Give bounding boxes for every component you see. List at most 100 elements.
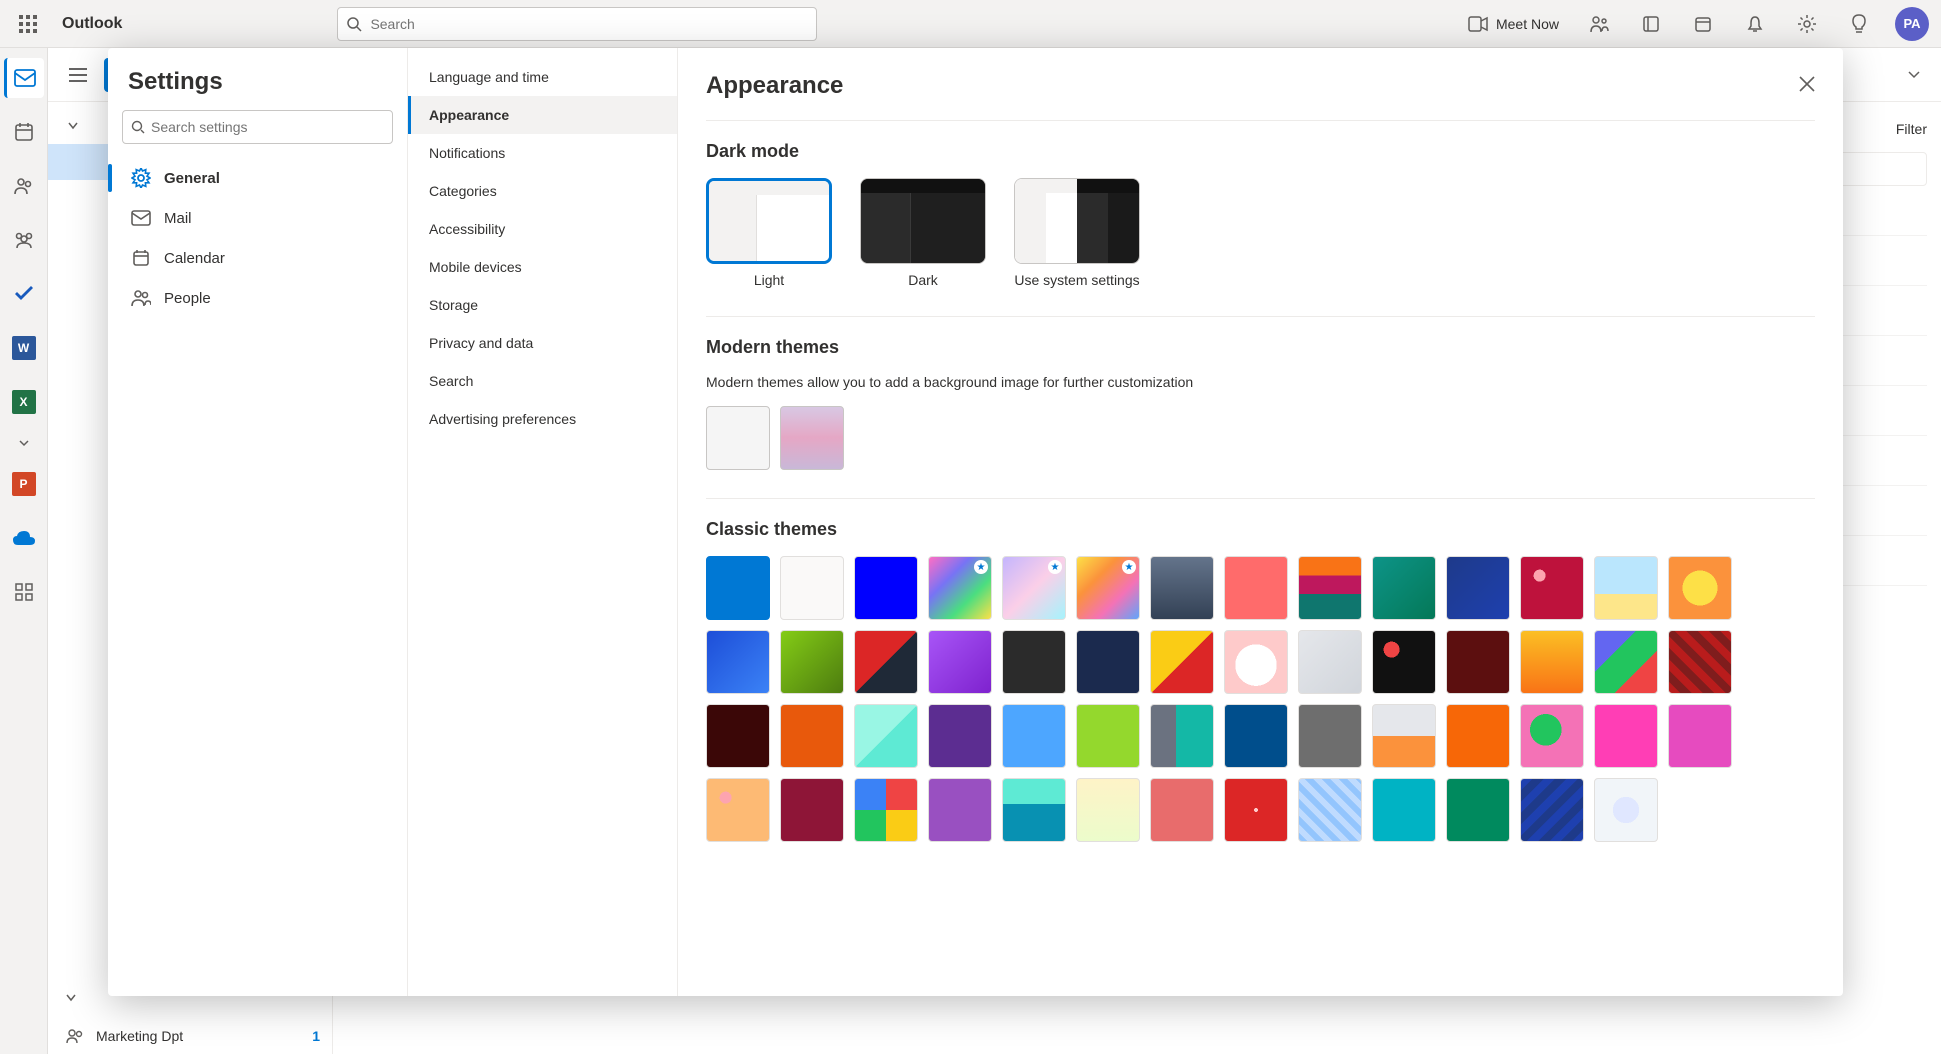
classic-theme-5[interactable]: ★ <box>1076 556 1140 620</box>
classic-theme-31[interactable] <box>928 704 992 768</box>
classic-theme-43[interactable] <box>780 778 844 842</box>
app-launcher-icon[interactable] <box>12 8 44 40</box>
settings-search-input[interactable] <box>151 119 384 135</box>
classic-theme-14[interactable] <box>706 630 770 694</box>
settings-search[interactable] <box>122 110 393 144</box>
sub-categories[interactable]: Categories <box>408 172 677 210</box>
teams-icon[interactable] <box>1575 0 1623 48</box>
sub-appearance[interactable]: Appearance <box>408 96 677 134</box>
classic-theme-33[interactable] <box>1076 704 1140 768</box>
rail-onedrive-icon[interactable] <box>4 518 44 558</box>
dark-mode-dark[interactable]: Dark <box>860 178 986 288</box>
sub-accessibility[interactable]: Accessibility <box>408 210 677 248</box>
classic-theme-41[interactable] <box>1668 704 1732 768</box>
classic-theme-16[interactable] <box>854 630 918 694</box>
classic-theme-23[interactable] <box>1372 630 1436 694</box>
rail-more-apps-icon[interactable] <box>4 572 44 612</box>
classic-theme-17[interactable] <box>928 630 992 694</box>
close-icon[interactable] <box>1791 68 1823 100</box>
rail-powerpoint-icon[interactable]: P <box>4 464 44 504</box>
calendar-icon[interactable] <box>1679 0 1727 48</box>
gear-icon[interactable] <box>1783 0 1831 48</box>
settings-nav-calendar[interactable]: Calendar <box>122 238 393 278</box>
filter-button[interactable]: Filter <box>1896 121 1927 137</box>
classic-theme-15[interactable] <box>780 630 844 694</box>
classic-theme-9[interactable] <box>1372 556 1436 620</box>
search-input[interactable] <box>370 16 808 32</box>
settings-nav-people[interactable]: People <box>122 278 393 318</box>
modern-theme-default[interactable] <box>706 406 770 470</box>
classic-theme-44[interactable] <box>854 778 918 842</box>
classic-theme-30[interactable] <box>854 704 918 768</box>
dark-mode-system[interactable]: Use system settings <box>1014 178 1140 288</box>
meet-now-button[interactable]: Meet Now <box>1456 0 1571 48</box>
rail-todo-icon[interactable] <box>4 274 44 314</box>
classic-theme-8[interactable] <box>1298 556 1362 620</box>
classic-theme-11[interactable] <box>1520 556 1584 620</box>
classic-theme-2[interactable] <box>854 556 918 620</box>
sub-advertising[interactable]: Advertising preferences <box>408 400 677 438</box>
classic-theme-45[interactable] <box>928 778 992 842</box>
rail-expand-icon[interactable] <box>4 436 44 450</box>
rail-excel-icon[interactable]: X <box>4 382 44 422</box>
classic-theme-3[interactable]: ★ <box>928 556 992 620</box>
classic-theme-4[interactable]: ★ <box>1002 556 1066 620</box>
classic-theme-46[interactable] <box>1002 778 1066 842</box>
notes-icon[interactable] <box>1627 0 1675 48</box>
classic-theme-32[interactable] <box>1002 704 1066 768</box>
sub-storage[interactable]: Storage <box>408 286 677 324</box>
classic-theme-36[interactable] <box>1298 704 1362 768</box>
classic-theme-27[interactable] <box>1668 630 1732 694</box>
avatar[interactable]: PA <box>1895 7 1929 41</box>
classic-theme-39[interactable] <box>1520 704 1584 768</box>
classic-theme-13[interactable] <box>1668 556 1732 620</box>
classic-theme-7[interactable] <box>1224 556 1288 620</box>
settings-nav-general[interactable]: General <box>122 158 393 198</box>
rail-people-icon[interactable] <box>4 166 44 206</box>
classic-theme-37[interactable] <box>1372 704 1436 768</box>
classic-theme-47[interactable] <box>1076 778 1140 842</box>
rail-groups-icon[interactable] <box>4 220 44 260</box>
groups-chevron-icon[interactable] <box>66 990 76 1008</box>
search-box[interactable] <box>337 7 817 41</box>
classic-theme-38[interactable] <box>1446 704 1510 768</box>
classic-theme-19[interactable] <box>1076 630 1140 694</box>
classic-theme-1[interactable] <box>780 556 844 620</box>
classic-theme-51[interactable] <box>1372 778 1436 842</box>
lightbulb-icon[interactable] <box>1835 0 1883 48</box>
classic-theme-26[interactable] <box>1594 630 1658 694</box>
settings-nav-mail[interactable]: Mail <box>122 198 393 238</box>
rail-mail-icon[interactable] <box>4 58 44 98</box>
classic-theme-24[interactable] <box>1446 630 1510 694</box>
classic-theme-54[interactable] <box>1594 778 1658 842</box>
sub-search[interactable]: Search <box>408 362 677 400</box>
classic-theme-48[interactable] <box>1150 778 1214 842</box>
hamburger-icon[interactable] <box>60 57 96 93</box>
sub-language-time[interactable]: Language and time <box>408 58 677 96</box>
classic-theme-6[interactable] <box>1150 556 1214 620</box>
classic-theme-34[interactable] <box>1150 704 1214 768</box>
toolbar-dropdown-icon[interactable] <box>1899 57 1929 93</box>
rail-calendar-icon[interactable] <box>4 112 44 152</box>
sub-notifications[interactable]: Notifications <box>408 134 677 172</box>
classic-theme-50[interactable] <box>1298 778 1362 842</box>
classic-theme-42[interactable] <box>706 778 770 842</box>
classic-theme-25[interactable] <box>1520 630 1584 694</box>
sub-mobile-devices[interactable]: Mobile devices <box>408 248 677 286</box>
classic-theme-28[interactable] <box>706 704 770 768</box>
bell-icon[interactable] <box>1731 0 1779 48</box>
classic-theme-49[interactable] <box>1224 778 1288 842</box>
classic-theme-12[interactable] <box>1594 556 1658 620</box>
modern-theme-landscape[interactable] <box>780 406 844 470</box>
classic-theme-52[interactable] <box>1446 778 1510 842</box>
groups-row[interactable]: Marketing Dpt 1 <box>48 1018 333 1054</box>
classic-theme-40[interactable] <box>1594 704 1658 768</box>
classic-theme-29[interactable] <box>780 704 844 768</box>
classic-theme-10[interactable] <box>1446 556 1510 620</box>
classic-theme-20[interactable] <box>1150 630 1214 694</box>
sub-privacy-data[interactable]: Privacy and data <box>408 324 677 362</box>
classic-theme-22[interactable] <box>1298 630 1362 694</box>
rail-word-icon[interactable]: W <box>4 328 44 368</box>
classic-theme-35[interactable] <box>1224 704 1288 768</box>
classic-theme-21[interactable] <box>1224 630 1288 694</box>
